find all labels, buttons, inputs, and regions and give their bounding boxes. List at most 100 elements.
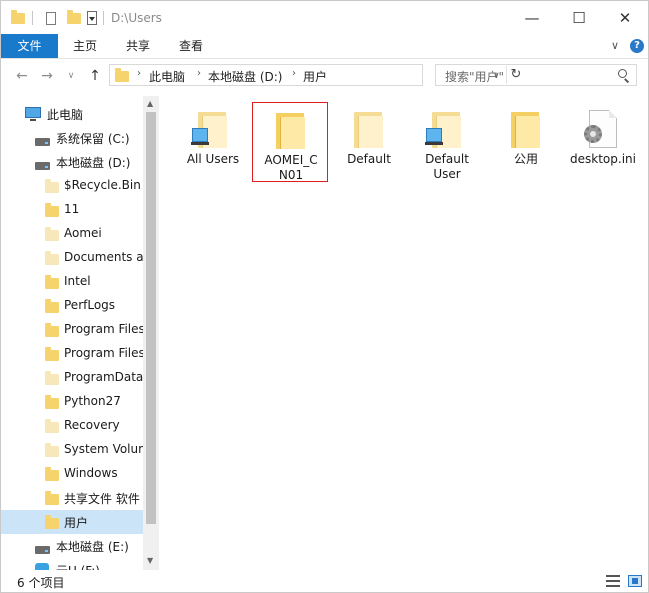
scroll-thumb[interactable] [146,112,156,524]
file-item-all-users[interactable]: All Users [175,102,251,182]
drive-icon [35,135,50,149]
large-icons-view-icon[interactable] [628,575,642,587]
customize-toolbar-icon[interactable] [87,9,97,27]
tree-item-drive-e[interactable]: 本地磁盘 (E:) [1,534,143,558]
folder-icon [11,9,25,27]
window-title: D:\Users [111,11,162,25]
breadcrumb-separator[interactable]: › [197,68,201,79]
search-input[interactable]: 搜索"用户" [445,68,504,85]
search-icon[interactable] [618,69,627,78]
explorer-window: D:\Users — ☐ ✕ 文件 主页 共享 查看 ∨ ? ← → ∨ ↑ ›… [0,0,649,593]
tab-home[interactable]: 主页 [62,34,108,58]
details-view-icon[interactable] [606,575,620,587]
back-button[interactable]: ← [14,67,30,85]
search-box[interactable]: 搜索"用户" [435,64,637,86]
tree-item-program-files-x86[interactable]: Program Files (x86) [1,342,143,366]
recent-locations-button[interactable]: ∨ [65,67,77,85]
forward-button[interactable]: → [39,67,55,85]
navigation-pane[interactable]: 此电脑 系统保留 (C:) 本地磁盘 (D:) $Recycle.Bin 11 … [1,96,159,570]
file-list[interactable]: All Users AOMEI_CN01 Default Default Use… [159,96,648,570]
tree-item-drive-f[interactable]: 云U (F:) [1,558,143,570]
tree-item-windows[interactable]: Windows [1,462,143,486]
folder-icon [45,395,59,412]
separator [103,11,104,25]
file-item-desktop-ini[interactable]: desktop.ini [565,102,641,182]
folder-icon [45,227,59,244]
breadcrumb-drive-d[interactable]: 本地磁盘 (D:) [208,68,282,85]
item-count: 6 个项目 [17,576,65,590]
tree-item-program-files[interactable]: Program Files [1,318,143,342]
computer-icon [25,107,41,121]
folder-icon [45,203,59,220]
file-label: Default User [425,152,469,181]
navigation-bar: ← → ∨ ↑ › 此电脑 › 本地磁盘 (D:) › 用户 ∨ ↻ 搜索"用户… [1,59,648,95]
folder-icon [45,371,59,388]
help-icon[interactable]: ? [630,39,644,53]
tree-item-users[interactable]: 用户 [1,510,143,534]
shortcut-folder-icon [425,112,461,148]
maximize-button[interactable]: ☐ [556,1,602,34]
tree-item-python27[interactable]: Python27 [1,390,143,414]
breadcrumb-this-pc[interactable]: 此电脑 [149,68,185,85]
scroll-up-icon[interactable]: ▲ [147,99,153,108]
file-label: AOMEI_CN01 [264,153,318,182]
close-button[interactable]: ✕ [602,1,648,34]
file-item-default[interactable]: Default [331,102,407,182]
tree-item-drive-d[interactable]: 本地磁盘 (D:) [1,150,143,174]
network-drive-icon [35,563,49,570]
tree-item-11[interactable]: 11 [1,198,143,222]
tree-item-system-volume-information[interactable]: System Volume Information [1,438,143,462]
folder-icon [45,467,59,484]
ribbon-expand-icon[interactable]: ∨ [611,39,619,52]
drive-icon [35,159,50,173]
file-label: desktop.ini [570,152,636,166]
scroll-down-icon[interactable]: ▼ [147,556,153,565]
folder-icon [45,347,59,364]
tree-item-shared-software[interactable]: 共享文件 软件 [1,486,143,510]
status-bar: 6 个项目 [1,570,648,592]
tree-item-drive-c[interactable]: 系统保留 (C:) [1,126,143,150]
folder-icon [45,419,59,436]
folder-icon [276,113,305,149]
breadcrumb-separator[interactable]: › [292,68,296,79]
tab-view[interactable]: 查看 [168,34,214,58]
tree-item-documents-and-settings[interactable]: Documents and Settings [1,246,143,270]
address-bar[interactable]: › 此电脑 › 本地磁盘 (D:) › 用户 ∨ ↻ [109,64,521,86]
ribbon: 文件 主页 共享 查看 ∨ ? [1,34,648,59]
folder-icon [354,112,383,148]
tree-item-perflogs[interactable]: PerfLogs [1,294,143,318]
folder-icon [45,323,59,340]
tab-file[interactable]: 文件 [1,34,58,58]
file-item-public[interactable]: 公用 [488,102,564,182]
tree-item-this-pc[interactable]: 此电脑 [1,102,143,126]
folder-icon [45,515,59,532]
tree-item-aomei[interactable]: Aomei [1,222,143,246]
up-button[interactable]: ↑ [87,67,103,85]
shortcut-folder-icon [191,112,227,148]
file-item-default-user[interactable]: Default User [409,102,485,182]
file-label: All Users [186,152,240,166]
nav-scrollbar[interactable]: ▲ ▼ [143,96,159,570]
folder-icon [45,251,59,268]
folder-icon [45,443,59,460]
drive-icon [35,543,50,557]
breadcrumb-separator[interactable]: › [137,68,141,79]
tree-item-recovery[interactable]: Recovery [1,414,143,438]
settings-file-icon [584,110,617,148]
separator [32,11,33,25]
title-bar: D:\Users — ☐ ✕ [1,1,648,34]
folder-icon [45,275,59,292]
tab-share[interactable]: 共享 [115,34,161,58]
breadcrumb-users[interactable]: 用户 [303,68,327,85]
tree-item-recycle-bin[interactable]: $Recycle.Bin [1,174,143,198]
folder-icon [115,68,129,82]
file-label: 公用 [513,152,538,166]
tree-item-intel[interactable]: Intel [1,270,143,294]
properties-icon[interactable] [46,9,56,27]
minimize-button[interactable]: — [509,1,555,34]
file-item-aomei-cn01[interactable]: AOMEI_CN01 [252,102,328,182]
tree-item-programdata[interactable]: ProgramData [1,366,143,390]
folder-icon [45,491,59,508]
folder-icon [45,299,59,316]
new-folder-icon[interactable] [67,9,81,27]
